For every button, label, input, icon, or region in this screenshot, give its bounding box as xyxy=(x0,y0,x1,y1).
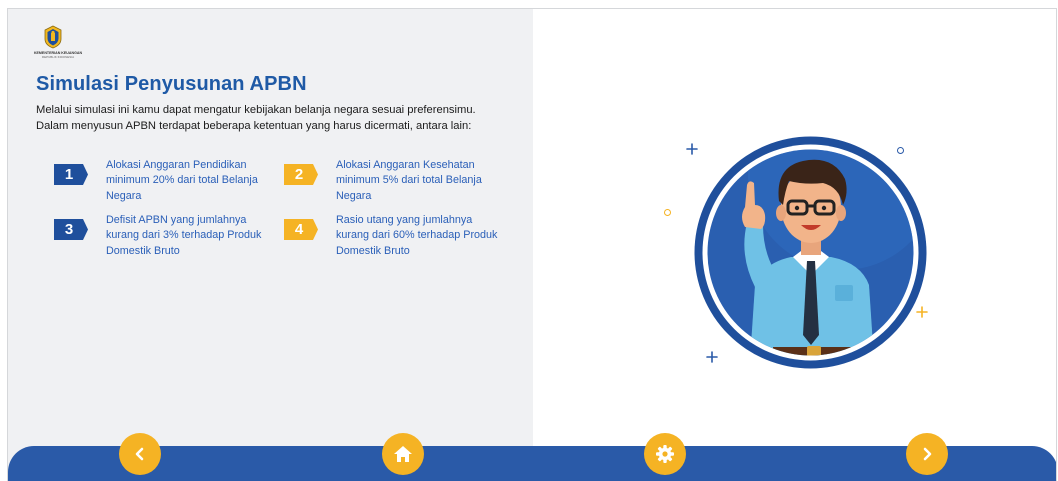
gear-icon xyxy=(656,445,674,463)
rule-number-badge: 4 xyxy=(284,219,320,240)
rule-number: 1 xyxy=(64,166,74,183)
chevron-left-icon xyxy=(135,447,144,461)
rule-item-3: 3 Defisit APBN yang jumlahnya kurang dar… xyxy=(54,213,284,263)
character-illustration xyxy=(694,136,927,369)
footer-nav-bar xyxy=(8,446,1056,481)
rule-number: 3 xyxy=(64,221,74,238)
emblem-icon xyxy=(44,25,62,49)
chevron-right-icon xyxy=(923,447,932,461)
rule-item-2: 2 Alokasi Anggaran Kesehatan minimum 5% … xyxy=(284,158,514,208)
page-title: Simulasi Penyusunan APBN xyxy=(36,73,307,95)
rule-number: 2 xyxy=(294,166,304,183)
rule-item-4: 4 Rasio utang yang jumlahnya kurang dari… xyxy=(284,213,514,263)
rule-number-badge: 3 xyxy=(54,219,90,240)
rule-text: Rasio utang yang jumlahnya kurang dari 6… xyxy=(336,214,498,257)
rule-text: Alokasi Anggaran Kesehatan minimum 5% da… xyxy=(336,159,482,202)
intro-panel: KEMENTERIAN KEUANGAN REPUBLIK INDONESIA … xyxy=(8,9,533,481)
kemenkeu-logo: KEMENTERIAN KEUANGAN REPUBLIK INDONESIA xyxy=(28,25,88,63)
rule-number: 4 xyxy=(294,221,304,238)
rule-number-badge: 2 xyxy=(284,164,320,185)
intro-text: Melalui simulasi ini kamu dapat mengatur… xyxy=(36,104,476,132)
rule-text: Defisit APBN yang jumlahnya kurang dari … xyxy=(106,214,262,257)
prev-button[interactable] xyxy=(119,433,161,475)
rule-text: Alokasi Anggaran Pendidikan minimum 20% … xyxy=(106,159,258,202)
home-icon xyxy=(394,446,412,462)
next-button[interactable] xyxy=(906,433,948,475)
rule-number-badge: 1 xyxy=(54,164,90,185)
home-button[interactable] xyxy=(382,433,424,475)
logo-subtitle: REPUBLIK INDONESIA xyxy=(41,55,75,59)
settings-button[interactable] xyxy=(644,433,686,475)
ring-sparkle-icon xyxy=(664,209,671,216)
rule-item-1: 1 Alokasi Anggaran Pendidikan minimum 20… xyxy=(54,158,284,208)
app-frame: KEMENTERIAN KEUANGAN REPUBLIK INDONESIA … xyxy=(7,8,1057,481)
